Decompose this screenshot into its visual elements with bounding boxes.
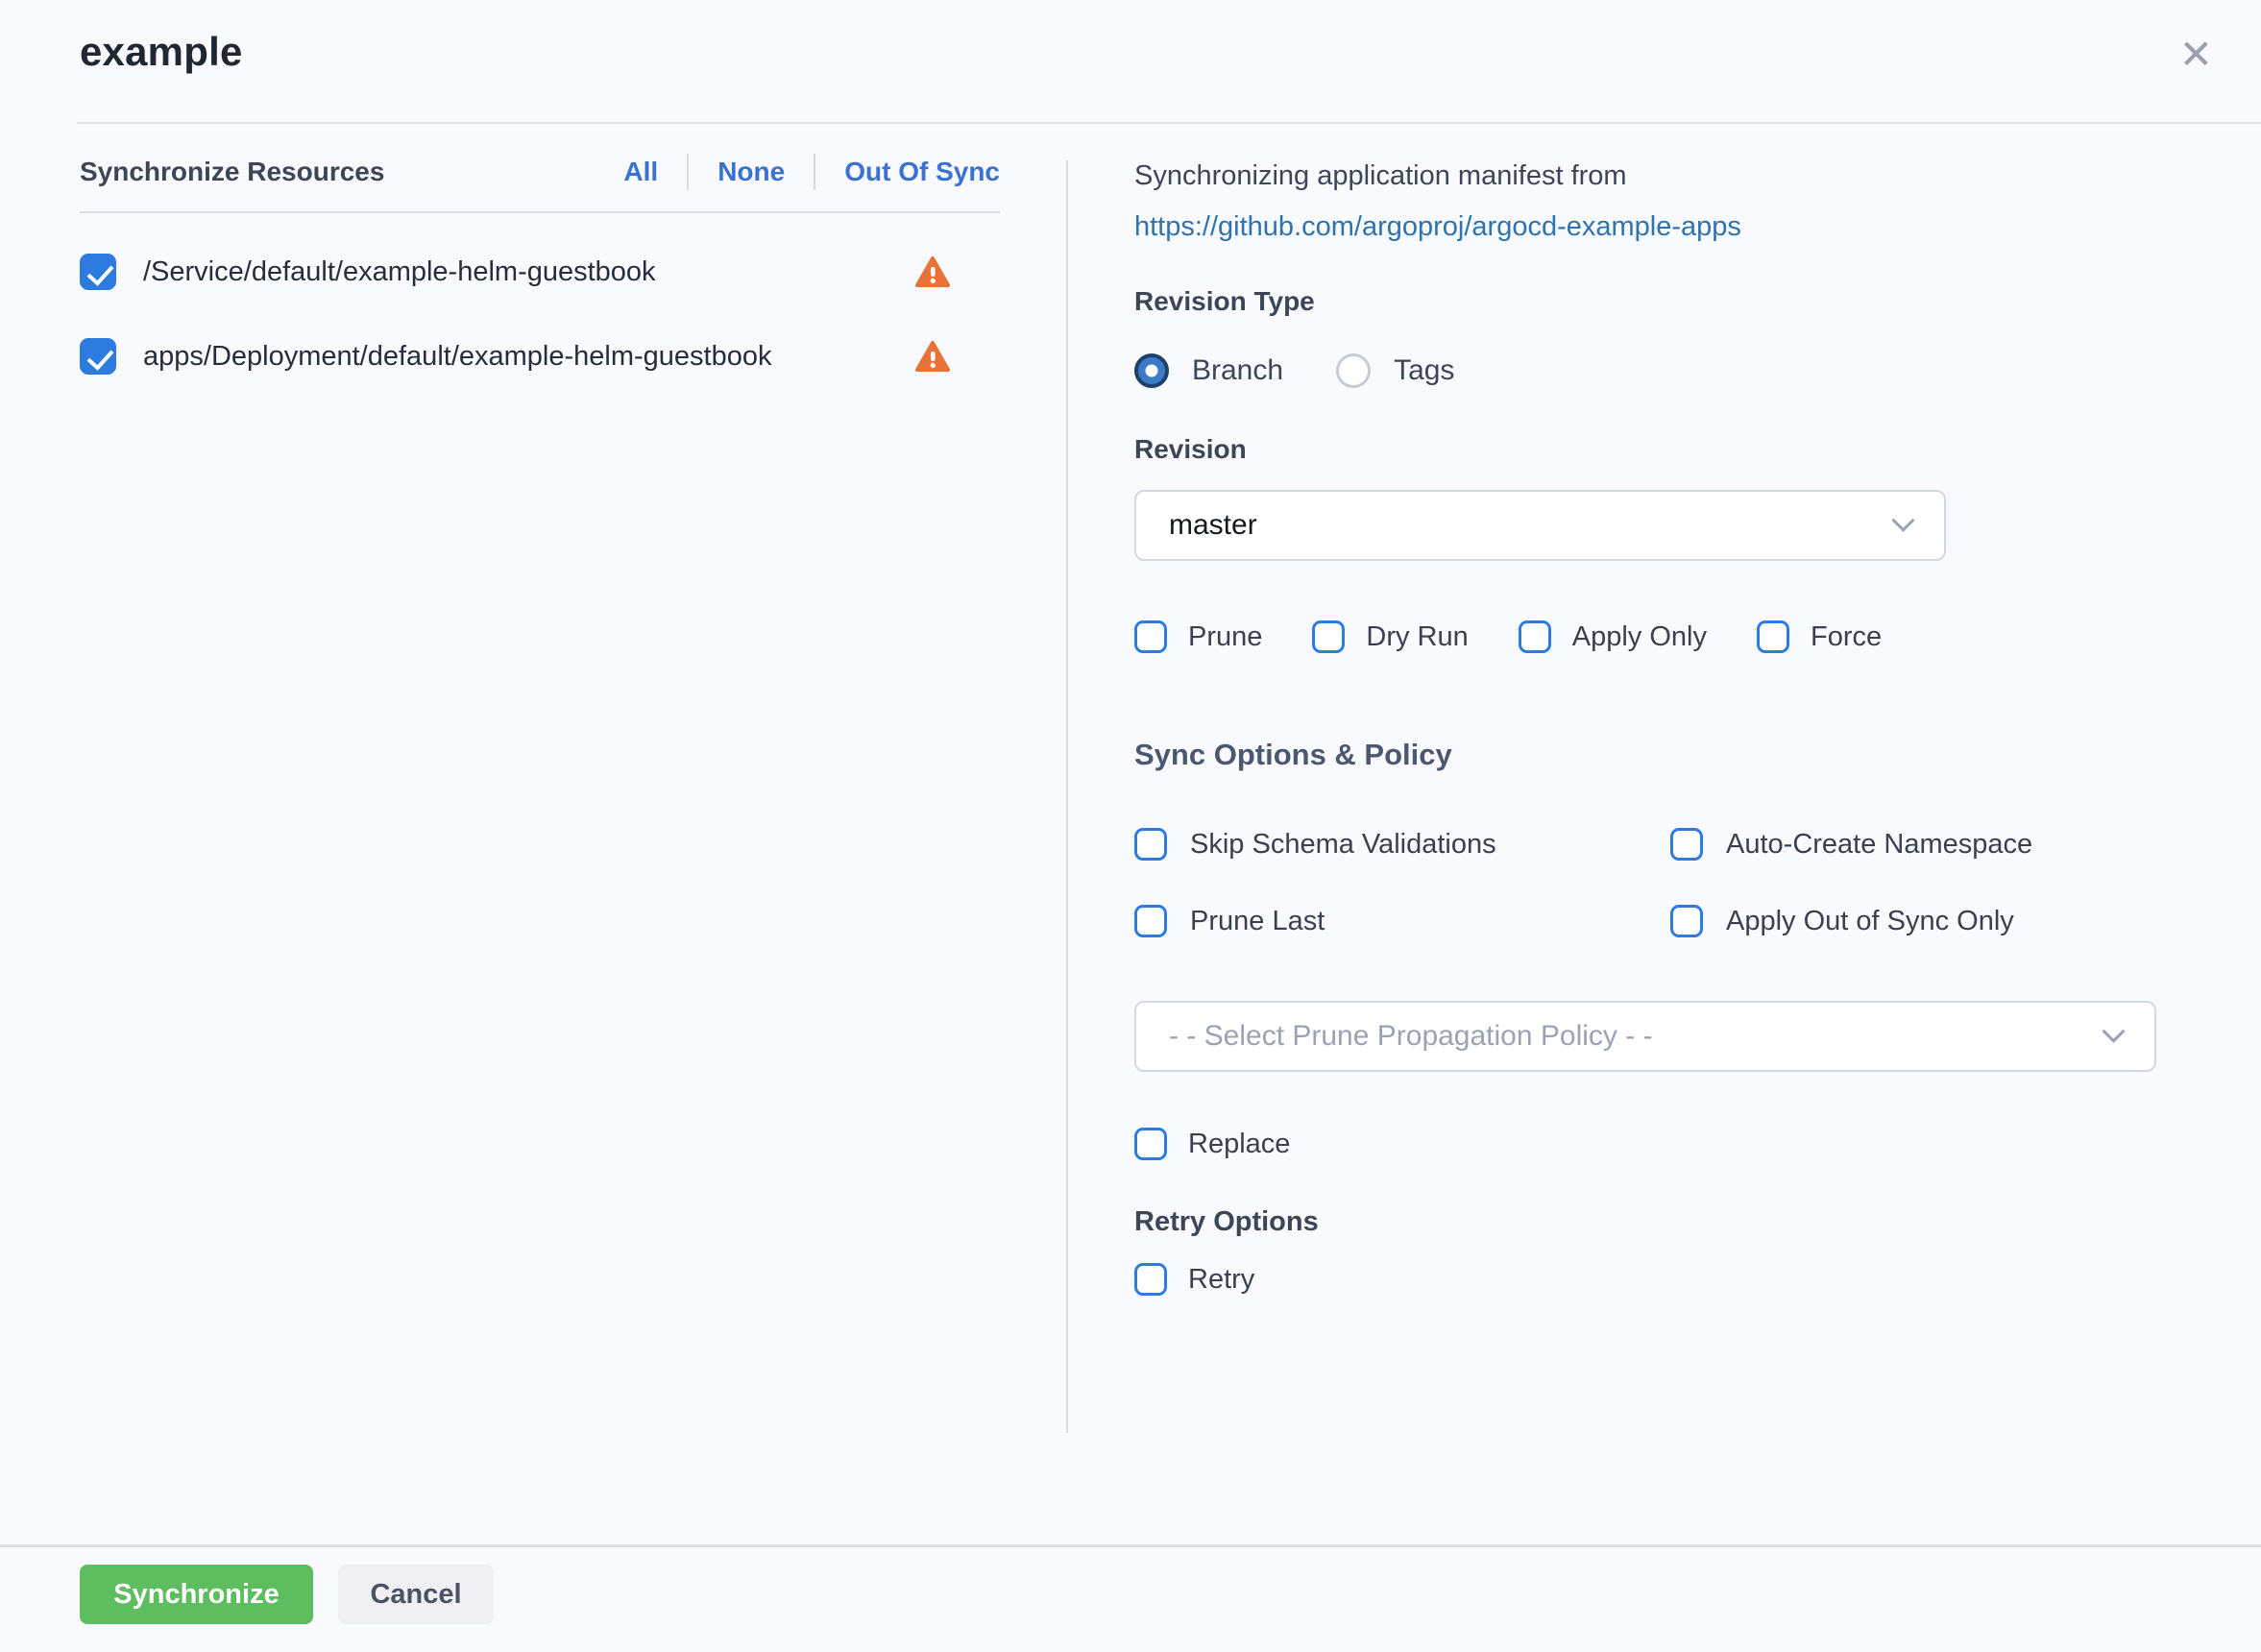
sync-options-heading: Sync Options & Policy <box>1134 738 2181 772</box>
radio-branch-label: Branch <box>1192 354 1283 387</box>
manifest-source-label: Synchronizing application manifest from <box>1134 160 2181 192</box>
cancel-button[interactable]: Cancel <box>338 1565 494 1624</box>
footer-divider <box>0 1544 2261 1547</box>
checkbox-icon[interactable] <box>1134 620 1167 653</box>
flag-apply-only-label: Apply Only <box>1572 621 1707 653</box>
retry-label: Retry <box>1188 1264 1254 1296</box>
resource-label: /Service/default/example-helm-guestbook <box>143 256 656 288</box>
option-retry[interactable]: Retry <box>1134 1263 2181 1296</box>
sync-options-grid: Skip Schema Validations Auto-Create Name… <box>1134 828 2181 937</box>
replace-label: Replace <box>1188 1129 1290 1160</box>
option-apply-out-of-sync-only[interactable]: Apply Out of Sync Only <box>1670 905 2181 937</box>
flag-dry-run[interactable]: Dry Run <box>1312 620 1468 653</box>
resource-list: /Service/default/example-helm-guestbook … <box>80 254 1000 375</box>
resource-row: apps/Deployment/default/example-helm-gue… <box>80 338 1000 375</box>
option-label: Skip Schema Validations <box>1190 829 1496 861</box>
chevron-down-icon <box>2102 1019 2125 1042</box>
revision-select-value: master <box>1169 509 1257 542</box>
option-label: Prune Last <box>1190 906 1325 937</box>
resources-header: Synchronize Resources All None Out Of Sy… <box>80 154 1000 213</box>
resource-checkbox[interactable] <box>80 254 116 290</box>
column-divider <box>1066 160 1068 1433</box>
option-replace[interactable]: Replace <box>1134 1128 2181 1160</box>
manifest-repo-link[interactable]: https://github.com/argoproj/argocd-examp… <box>1134 211 2181 243</box>
close-icon[interactable]: ✕ <box>2179 35 2213 75</box>
prune-policy-wrap: - - Select Prune Propagation Policy - - <box>1134 1001 2181 1072</box>
checkbox-icon[interactable] <box>1670 828 1703 861</box>
flag-force-label: Force <box>1811 621 1882 653</box>
option-skip-schema-validations[interactable]: Skip Schema Validations <box>1134 828 1670 861</box>
revision-type-label: Revision Type <box>1134 286 2181 317</box>
option-label: Auto-Create Namespace <box>1726 829 2032 861</box>
chevron-down-icon <box>1891 508 1914 531</box>
revision-label: Revision <box>1134 434 2181 465</box>
filter-separator <box>814 154 815 190</box>
checkbox-icon[interactable] <box>1134 1263 1167 1296</box>
checkbox-icon[interactable] <box>1519 620 1551 653</box>
page-title: example <box>80 29 243 75</box>
checkbox-icon[interactable] <box>1312 620 1345 653</box>
resource-checkbox[interactable] <box>80 338 116 375</box>
checkbox-icon[interactable] <box>1670 905 1703 937</box>
checkbox-icon[interactable] <box>1134 1128 1167 1160</box>
filter-all[interactable]: All <box>623 157 658 187</box>
sync-settings-panel: Synchronizing application manifest from … <box>1134 160 2181 1296</box>
resources-heading: Synchronize Resources <box>80 157 384 187</box>
radio-unselected-icon[interactable] <box>1336 353 1371 388</box>
flag-force[interactable]: Force <box>1757 620 1882 653</box>
radio-branch[interactable]: Branch <box>1134 353 1283 388</box>
filter-separator <box>687 154 689 190</box>
resource-row: /Service/default/example-helm-guestbook <box>80 254 1000 290</box>
flag-apply-only[interactable]: Apply Only <box>1519 620 1707 653</box>
radio-tags-label: Tags <box>1394 354 1454 387</box>
checkbox-icon[interactable] <box>1134 828 1167 861</box>
option-auto-create-namespace[interactable]: Auto-Create Namespace <box>1670 828 2181 861</box>
retry-options-heading: Retry Options <box>1134 1206 2181 1238</box>
flag-prune-label: Prune <box>1188 621 1262 653</box>
prune-propagation-policy-select[interactable]: - - Select Prune Propagation Policy - - <box>1134 1001 2156 1072</box>
radio-tags[interactable]: Tags <box>1336 353 1454 388</box>
sync-flags: Prune Dry Run Apply Only Force <box>1134 620 2181 653</box>
radio-selected-icon[interactable] <box>1134 353 1169 388</box>
checkbox-icon[interactable] <box>1757 620 1789 653</box>
flag-dry-run-label: Dry Run <box>1366 621 1468 653</box>
resource-label: apps/Deployment/default/example-helm-gue… <box>143 341 771 373</box>
checkbox-icon[interactable] <box>1134 905 1167 937</box>
option-label: Apply Out of Sync Only <box>1726 906 2014 937</box>
filter-none[interactable]: None <box>717 157 785 187</box>
synchronize-button[interactable]: Synchronize <box>80 1565 313 1624</box>
option-prune-last[interactable]: Prune Last <box>1134 905 1670 937</box>
resource-filters: All None Out Of Sync <box>623 154 1000 190</box>
sync-modal: example ✕ Synchronize Resources All None… <box>0 0 2261 1652</box>
revision-select[interactable]: master <box>1134 490 1946 561</box>
flag-prune[interactable]: Prune <box>1134 620 1262 653</box>
warning-triangle-icon <box>915 340 950 373</box>
title-divider <box>77 122 2261 124</box>
filter-out-of-sync[interactable]: Out Of Sync <box>844 157 1000 187</box>
resources-panel: Synchronize Resources All None Out Of Sy… <box>80 154 1000 375</box>
warning-triangle-icon <box>915 255 950 288</box>
revision-type-options: Branch Tags <box>1134 353 2181 388</box>
prune-policy-placeholder: - - Select Prune Propagation Policy - - <box>1169 1020 1653 1053</box>
